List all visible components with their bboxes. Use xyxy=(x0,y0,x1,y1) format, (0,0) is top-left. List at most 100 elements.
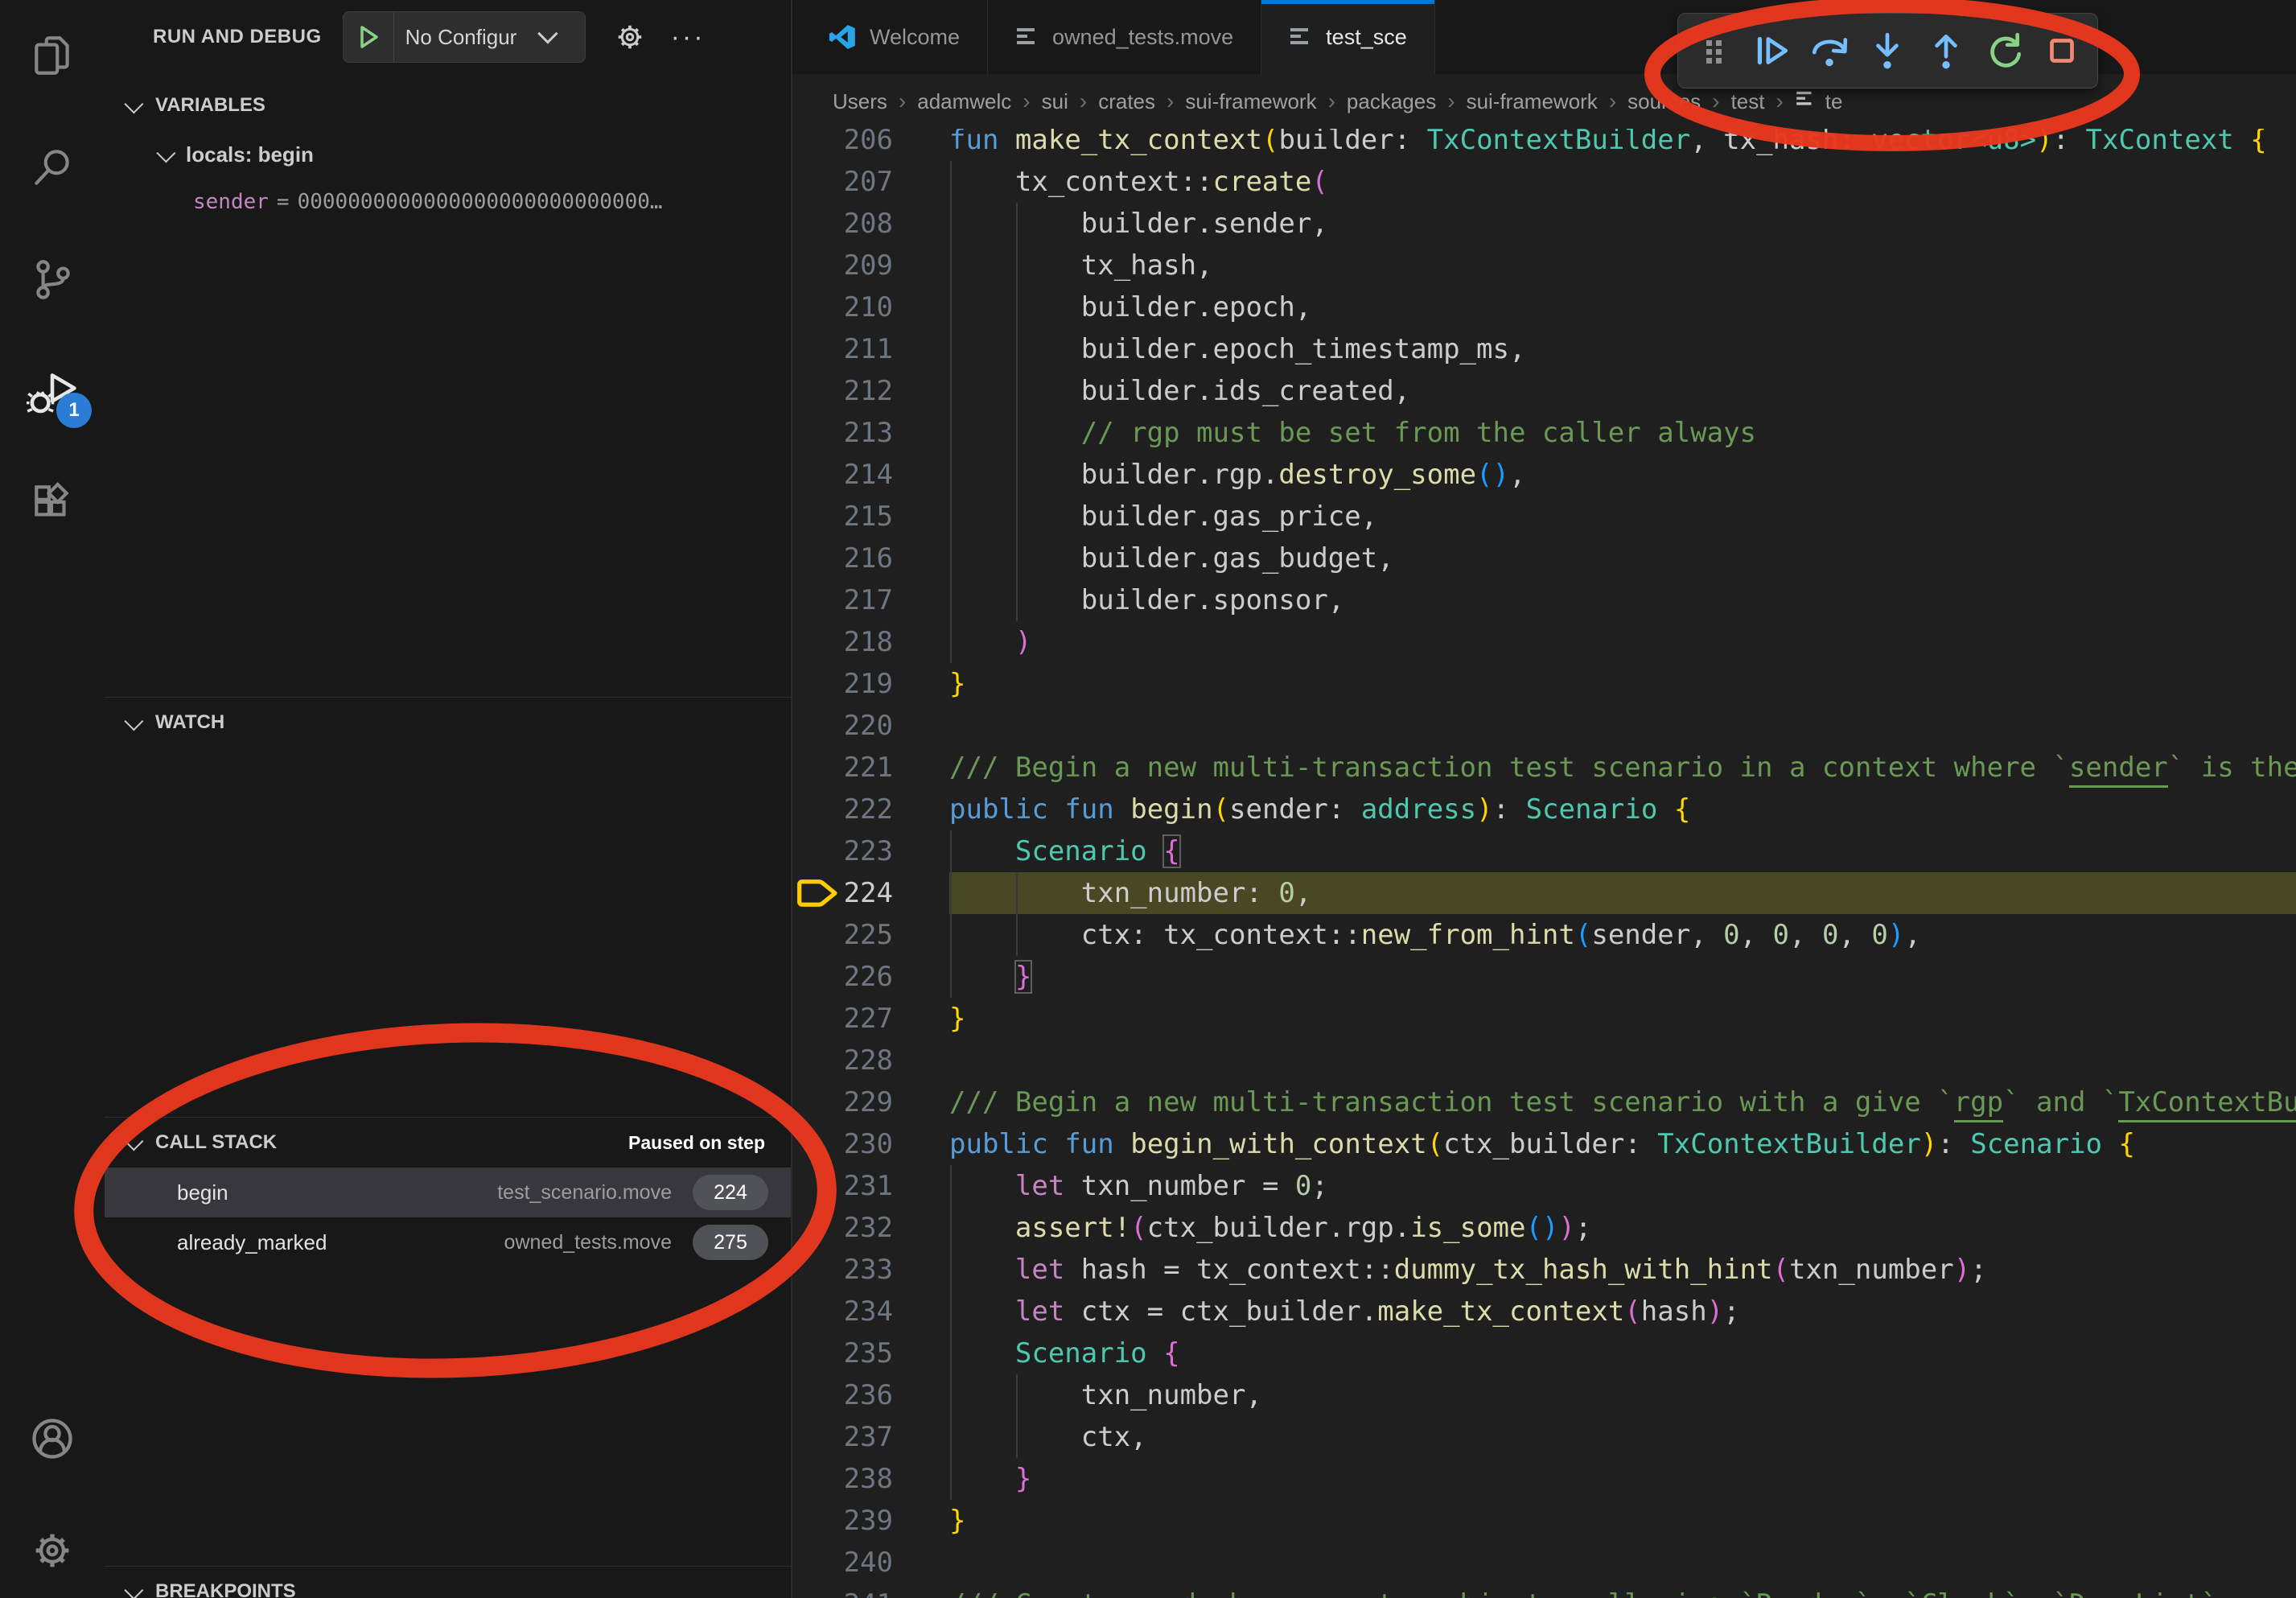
code-line[interactable]: 230public fun begin_with_context(ctx_bui… xyxy=(792,1123,2296,1165)
code-line[interactable]: 216 builder.gas_budget, xyxy=(792,537,2296,579)
breakpoint-gutter[interactable] xyxy=(792,161,842,203)
breakpoint-gutter[interactable] xyxy=(792,1332,842,1374)
breakpoint-gutter[interactable] xyxy=(792,1458,842,1500)
breakpoint-gutter[interactable] xyxy=(792,830,842,872)
breakpoint-gutter[interactable] xyxy=(792,328,842,370)
code-line[interactable]: 241/// Creates and shares system objects… xyxy=(792,1584,2296,1598)
breakpoint-gutter[interactable] xyxy=(792,286,842,328)
breakpoint-gutter[interactable] xyxy=(792,1584,842,1598)
breakpoint-gutter[interactable] xyxy=(792,1291,842,1332)
code-line[interactable]: 240 xyxy=(792,1542,2296,1584)
code-line[interactable]: 209 tx_hash, xyxy=(792,245,2296,286)
code-line[interactable]: 237 ctx, xyxy=(792,1416,2296,1458)
code-line[interactable]: 231 let txn_number = 0; xyxy=(792,1165,2296,1207)
code-line[interactable]: 225 ctx: tx_context::new_from_hint(sende… xyxy=(792,914,2296,956)
step-over-button[interactable] xyxy=(1804,23,1854,79)
code-line[interactable]: 228 xyxy=(792,1040,2296,1081)
code-line[interactable]: 221/// Begin a new multi-transaction tes… xyxy=(792,747,2296,789)
code-line[interactable]: 210 builder.epoch, xyxy=(792,286,2296,328)
code-editor[interactable]: 206fun make_tx_context(builder: TxContex… xyxy=(792,129,2296,1598)
code-line[interactable]: 222public fun begin(sender: address): Sc… xyxy=(792,789,2296,830)
breadcrumb-item[interactable]: sui-framework xyxy=(1467,89,1598,114)
breakpoint-gutter[interactable] xyxy=(792,747,842,789)
code-line[interactable]: 214 builder.rgp.destroy_some(), xyxy=(792,454,2296,496)
breakpoint-gutter[interactable] xyxy=(792,203,842,245)
breadcrumb-item[interactable]: sui xyxy=(1042,89,1068,114)
breakpoint-gutter[interactable] xyxy=(792,412,842,454)
search-icon[interactable] xyxy=(0,123,105,212)
breadcrumb-item[interactable]: sui-framework xyxy=(1185,89,1316,114)
breakpoint-gutter[interactable] xyxy=(792,956,842,998)
breadcrumb-item[interactable]: adamwelc xyxy=(917,89,1011,114)
settings-gear-icon[interactable] xyxy=(0,1506,105,1595)
breakpoint-gutter[interactable] xyxy=(792,245,842,286)
start-debugging-icon[interactable] xyxy=(344,12,394,62)
breadcrumb-item[interactable]: crates xyxy=(1098,89,1155,114)
breakpoint-gutter[interactable] xyxy=(792,1374,842,1416)
run-and-debug-icon[interactable]: 1 xyxy=(0,348,105,436)
code-line[interactable]: 218 ) xyxy=(792,621,2296,663)
code-line[interactable]: 215 builder.gas_price, xyxy=(792,496,2296,537)
step-out-button[interactable] xyxy=(1921,23,1971,79)
code-line[interactable]: 229/// Begin a new multi-transaction tes… xyxy=(792,1081,2296,1123)
call-stack-frame[interactable]: begintest_scenario.move224 xyxy=(105,1168,791,1217)
source-control-icon[interactable] xyxy=(0,235,105,323)
step-into-button[interactable] xyxy=(1862,23,1912,79)
code-line[interactable]: 220 xyxy=(792,705,2296,747)
variables-section-header[interactable]: VARIABLES xyxy=(105,80,791,130)
breakpoint-gutter[interactable] xyxy=(792,1040,842,1081)
breakpoints-section-header[interactable]: BREAKPOINTS xyxy=(105,1567,791,1598)
code-line[interactable]: 224 txn_number: 0, xyxy=(792,872,2296,914)
debug-configuration-dropdown[interactable]: No Configur xyxy=(343,11,586,63)
continue-button[interactable] xyxy=(1747,23,1796,79)
code-line[interactable]: 226 } xyxy=(792,956,2296,998)
breakpoint-gutter[interactable] xyxy=(792,454,842,496)
code-line[interactable]: 217 builder.sponsor, xyxy=(792,579,2296,621)
code-line[interactable]: 206fun make_tx_context(builder: TxContex… xyxy=(792,129,2296,161)
breakpoint-gutter[interactable] xyxy=(792,1416,842,1458)
breakpoint-gutter[interactable] xyxy=(792,663,842,705)
extensions-icon[interactable] xyxy=(0,459,105,548)
explorer-icon[interactable] xyxy=(0,11,105,100)
variable-row[interactable]: sender = 0000000000000000000000000000… xyxy=(105,179,791,225)
code-line[interactable]: 219} xyxy=(792,663,2296,705)
breadcrumb-item[interactable]: Users xyxy=(833,89,887,114)
breakpoint-gutter[interactable] xyxy=(792,496,842,537)
stop-button[interactable] xyxy=(2037,23,2087,79)
code-line[interactable]: 223 Scenario { xyxy=(792,830,2296,872)
code-line[interactable]: 234 let ctx = ctx_builder.make_tx_contex… xyxy=(792,1291,2296,1332)
breakpoint-gutter[interactable] xyxy=(792,370,842,412)
code-line[interactable]: 211 builder.epoch_timestamp_ms, xyxy=(792,328,2296,370)
breakpoint-gutter[interactable] xyxy=(792,621,842,663)
code-line[interactable]: 239} xyxy=(792,1500,2296,1542)
breakpoint-gutter[interactable] xyxy=(792,998,842,1040)
breadcrumb-item[interactable]: sources xyxy=(1627,89,1701,114)
accounts-icon[interactable] xyxy=(0,1394,105,1483)
code-line[interactable]: 232 assert!(ctx_builder.rgp.is_some()); xyxy=(792,1207,2296,1249)
debug-settings-gear-icon[interactable] xyxy=(613,20,647,54)
breakpoint-gutter[interactable] xyxy=(792,1081,842,1123)
breadcrumb-file[interactable]: te xyxy=(1795,87,1843,117)
code-line[interactable]: 208 builder.sender, xyxy=(792,203,2296,245)
breakpoint-gutter[interactable] xyxy=(792,129,842,161)
breakpoint-gutter[interactable] xyxy=(792,579,842,621)
restart-button[interactable] xyxy=(1979,23,2029,79)
code-line[interactable]: 207 tx_context::create( xyxy=(792,161,2296,203)
variables-scope-row[interactable]: locals: begin xyxy=(105,130,791,179)
breadcrumb-item[interactable]: test xyxy=(1731,89,1765,114)
breakpoint-gutter[interactable] xyxy=(792,1542,842,1584)
tab-owned-tests-move[interactable]: owned_tests.move xyxy=(988,0,1261,74)
call-stack-section-header[interactable]: CALL STACK Paused on step xyxy=(105,1118,791,1168)
breakpoint-gutter[interactable] xyxy=(792,705,842,747)
breakpoint-gutter[interactable] xyxy=(792,1500,842,1542)
breadcrumb-item[interactable]: packages xyxy=(1347,89,1436,114)
code-line[interactable]: 236 txn_number, xyxy=(792,1374,2296,1416)
call-stack-frame[interactable]: already_markedowned_tests.move275 xyxy=(105,1217,791,1267)
code-line[interactable]: 235 Scenario { xyxy=(792,1332,2296,1374)
breakpoint-gutter[interactable] xyxy=(792,914,842,956)
breakpoint-gutter[interactable] xyxy=(792,1207,842,1249)
breakpoint-gutter[interactable] xyxy=(792,1249,842,1291)
code-line[interactable]: 233 let hash = tx_context::dummy_tx_hash… xyxy=(792,1249,2296,1291)
breakpoint-gutter[interactable] xyxy=(792,1123,842,1165)
breakpoint-gutter[interactable] xyxy=(792,537,842,579)
